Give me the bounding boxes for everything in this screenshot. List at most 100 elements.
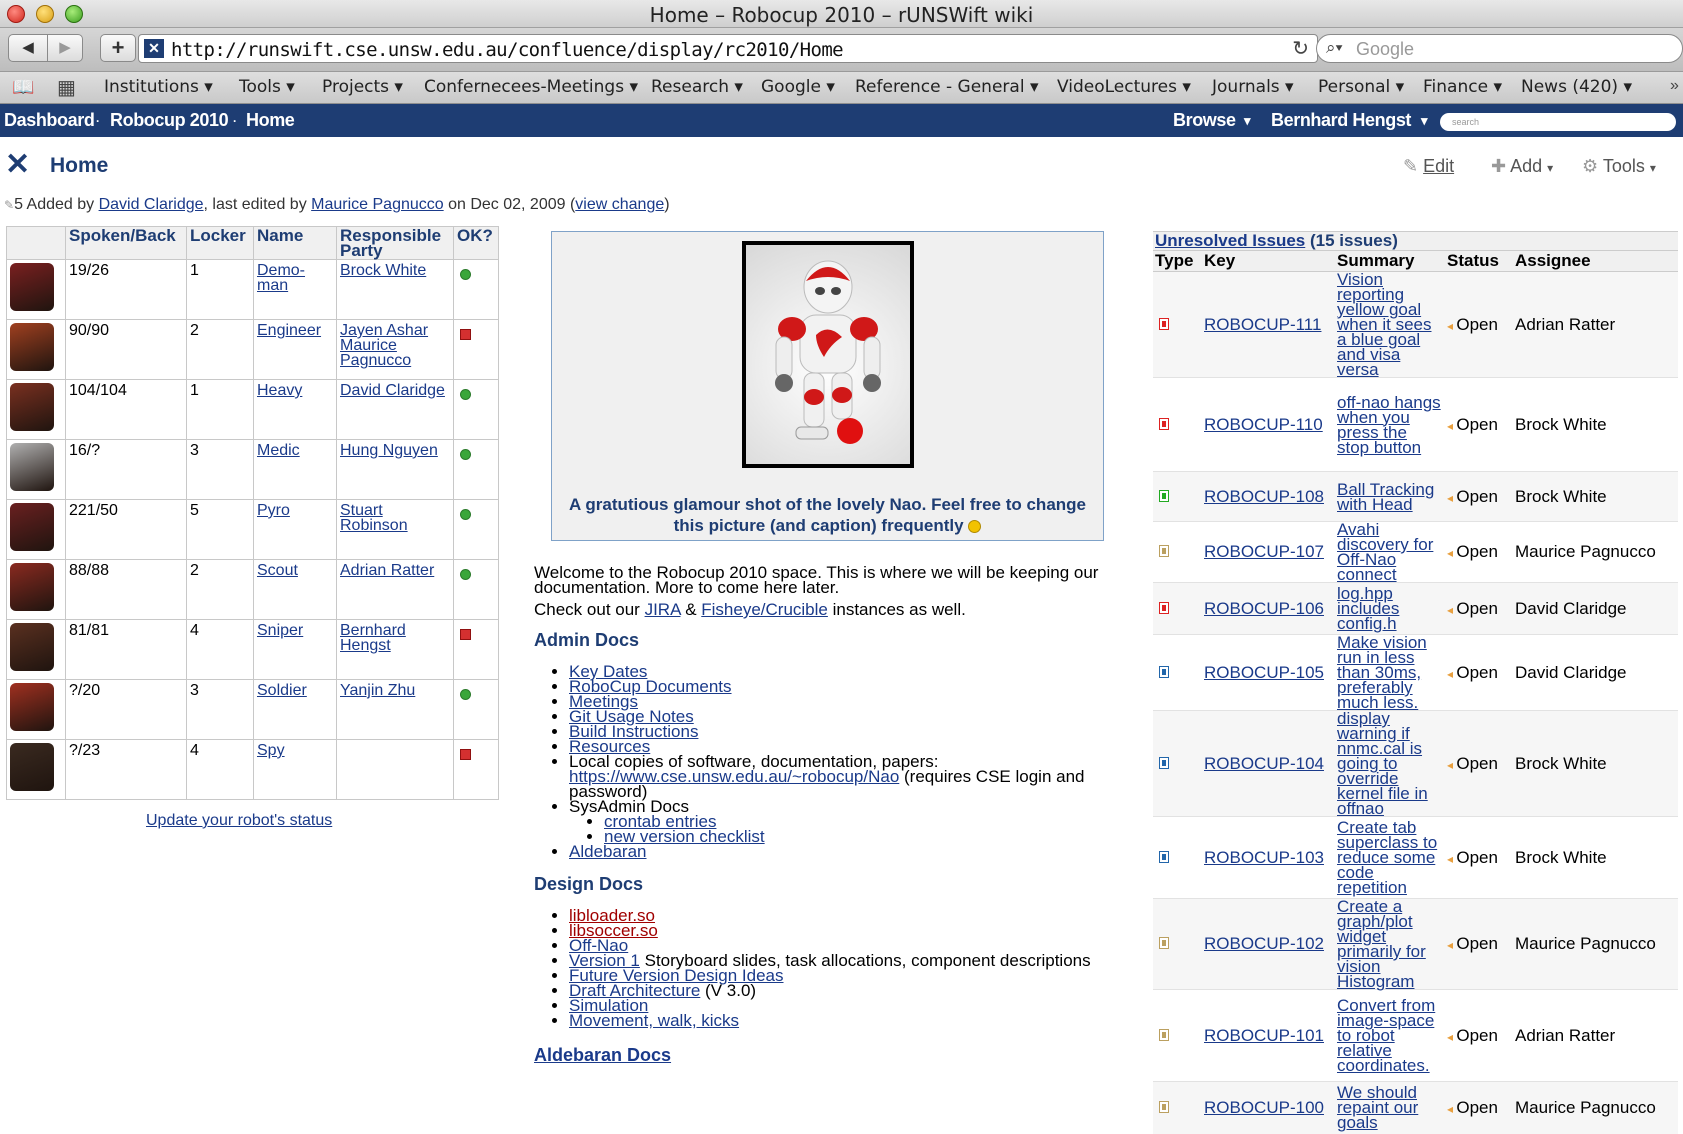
responsible-party-link[interactable]: Bernhard Hengst <box>340 623 450 654</box>
robot-status-table: Spoken/Back Locker Name Responsible Part… <box>6 226 499 800</box>
author-link[interactable]: David Claridge <box>99 196 204 213</box>
issue-key-link[interactable]: ROBOCUP-111 <box>1204 315 1321 334</box>
issue-summary-link[interactable]: We should repaint our goals <box>1337 1084 1443 1131</box>
browse-dropdown-icon[interactable]: ▾ <box>1244 113 1251 129</box>
breadcrumb-space[interactable]: Robocup 2010 <box>110 110 229 131</box>
more-bookmarks-icon[interactable]: » <box>1670 77 1679 95</box>
issue-key-link[interactable]: ROBOCUP-107 <box>1204 542 1324 561</box>
robot-name-link[interactable]: Demo-man <box>257 263 331 294</box>
issue-status: Open <box>1456 486 1498 506</box>
bookmark-folder[interactable]: Personal ▾ <box>1318 77 1404 97</box>
back-button[interactable]: ◀ <box>8 34 48 62</box>
issue-summary-link[interactable]: Create tab superclass to reduce some cod… <box>1337 819 1443 896</box>
responsible-party-link[interactable]: Hung Nguyen <box>340 443 438 459</box>
issue-key-link[interactable]: ROBOCUP-103 <box>1204 848 1324 867</box>
unresolved-issues-link[interactable]: Unresolved Issues <box>1155 231 1305 250</box>
robot-name-link[interactable]: Soldier <box>257 683 307 699</box>
responsible-party-link[interactable]: Yanjin Zhu <box>340 683 415 699</box>
locker-cell: 2 <box>186 319 254 380</box>
robot-name-link[interactable]: Pyro <box>257 503 290 519</box>
issue-status: Open <box>1456 598 1498 618</box>
design-doc-link[interactable]: Movement, walk, kicks <box>569 1011 739 1030</box>
robot-name-link[interactable]: Sniper <box>257 623 303 639</box>
issue-key-link[interactable]: ROBOCUP-100 <box>1204 1098 1324 1117</box>
table-row: ROBOCUP-100 We should repaint our goals ◂ … <box>1153 1081 1678 1134</box>
aldebaran-link[interactable]: Aldebaran <box>569 842 647 861</box>
bookmark-folder[interactable]: Tools ▾ <box>239 77 295 97</box>
issue-type-cell <box>1153 816 1202 899</box>
responsible-party-link[interactable]: Adrian Ratter <box>340 563 434 579</box>
robot-avatar-cell <box>6 499 66 560</box>
bookmark-folder[interactable]: Projects ▾ <box>322 77 403 97</box>
user-menu[interactable]: Bernhard Hengst <box>1271 110 1411 131</box>
jira-link[interactable]: JIRA <box>645 600 681 619</box>
aldebaran-docs-link[interactable]: Aldebaran Docs <box>534 1045 671 1065</box>
bookmark-folder[interactable]: Journals ▾ <box>1212 77 1294 97</box>
issue-assignee-cell: Maurice Pagnucco <box>1513 1081 1678 1134</box>
issue-key-link[interactable]: ROBOCUP-105 <box>1204 663 1324 682</box>
list-item: Build Instructions <box>569 723 1114 740</box>
issue-key-link[interactable]: ROBOCUP-106 <box>1204 599 1324 618</box>
bookmark-folder[interactable]: VideoLectures ▾ <box>1057 77 1191 97</box>
issue-summary-link[interactable]: off-nao hangs when you press the stop bu… <box>1337 394 1443 456</box>
bookmark-folder[interactable]: Google ▾ <box>761 77 835 97</box>
spoken-back-cell: 221/50 <box>65 499 187 560</box>
robot-name-link[interactable]: Scout <box>257 563 298 579</box>
issue-summary-link[interactable]: Make vision run in less than 30ms, prefe… <box>1337 634 1443 711</box>
browse-menu[interactable]: Browse <box>1173 110 1236 131</box>
breadcrumb-page[interactable]: Home <box>246 110 295 131</box>
user-dropdown-icon[interactable]: ▾ <box>1421 113 1428 129</box>
issue-key-link[interactable]: ROBOCUP-108 <box>1204 487 1324 506</box>
issue-status-cell: ◂ Open <box>1445 816 1513 899</box>
bookmark-folder[interactable]: Institutions ▾ <box>104 77 213 97</box>
editor-link[interactable]: Maurice Pagnucco <box>311 196 444 213</box>
tools-menu[interactable]: ⚙ Tools ▾ <box>1582 156 1656 177</box>
update-status-link[interactable]: Update your robot's status <box>146 812 332 830</box>
breadcrumb-dashboard[interactable]: Dashboard <box>4 110 95 131</box>
confluence-search-input[interactable]: search <box>1440 113 1676 131</box>
robot-name-link[interactable]: Engineer <box>257 323 321 339</box>
web-search-field[interactable]: ⌕▾ Google <box>1316 34 1683 63</box>
address-bar[interactable]: ✕ http://runswift.cse.unsw.edu.au/conflu… <box>138 34 1318 63</box>
add-menu[interactable]: ✚ Add ▾ <box>1491 156 1553 177</box>
issue-summary-link[interactable]: Convert from image-space to robot relati… <box>1337 997 1443 1074</box>
search-icon: ⌕▾ <box>1326 38 1343 57</box>
issue-status-cell: ◂ Open <box>1445 271 1513 378</box>
issue-assignee-cell: Maurice Pagnucco <box>1513 898 1678 990</box>
improvement-type-icon <box>1159 756 1169 769</box>
ok-check-icon <box>460 269 471 280</box>
bookmark-folder[interactable]: News (420) ▾ <box>1521 77 1632 97</box>
issue-key-link[interactable]: ROBOCUP-101 <box>1204 1026 1324 1045</box>
issue-key-link[interactable]: ROBOCUP-104 <box>1204 754 1324 773</box>
robot-avatar-cell <box>6 259 66 320</box>
view-change-link[interactable]: view change <box>575 196 664 213</box>
reading-list-icon[interactable]: 📖 <box>12 77 34 98</box>
responsible-party-link[interactable]: Brock White <box>340 263 426 279</box>
bookmark-folder[interactable]: Reference - General ▾ <box>855 77 1038 97</box>
column-header: Responsible Party <box>336 226 454 260</box>
responsible-party-link[interactable]: Stuart Robinson <box>340 503 450 534</box>
bookmark-folder[interactable]: Finance ▾ <box>1423 77 1502 97</box>
issue-summary-link[interactable]: Create a graph/plot widget primarily for… <box>1337 898 1443 990</box>
issue-summary-link[interactable]: log.hpp includes config.h <box>1337 585 1443 632</box>
issue-summary-link[interactable]: Avahi discovery for Off-Nao connect <box>1337 521 1443 583</box>
robot-name-link[interactable]: Medic <box>257 443 300 459</box>
forward-button[interactable]: ▶ <box>47 34 83 62</box>
fisheye-link[interactable]: Fisheye/Crucible <box>701 600 828 619</box>
bookmark-folder[interactable]: Confernecees-Meetings ▾ <box>424 77 638 97</box>
add-bookmark-button[interactable]: + <box>100 34 136 62</box>
spoken-back-cell: ?/20 <box>65 679 187 740</box>
issue-summary-link[interactable]: Ball Tracking with Head <box>1337 481 1443 513</box>
issue-summary-link[interactable]: display warning if nnmc.cal is going to … <box>1337 710 1443 817</box>
top-sites-grid-icon[interactable]: ▦ <box>57 75 76 100</box>
issue-summary-link[interactable]: Vision reporting yellow goal when it see… <box>1337 271 1443 378</box>
robot-name-link[interactable]: Heavy <box>257 383 302 399</box>
issue-key-link[interactable]: ROBOCUP-110 <box>1204 415 1323 434</box>
reload-icon[interactable]: ↻ <box>1292 36 1309 61</box>
responsible-party-link[interactable]: David Claridge <box>340 383 445 399</box>
robot-name-link[interactable]: Spy <box>257 743 285 759</box>
responsible-party-link[interactable]: Jayen Ashar Maurice Pagnucco <box>340 323 450 369</box>
bookmark-folder[interactable]: Research ▾ <box>651 77 743 97</box>
issue-key-link[interactable]: ROBOCUP-102 <box>1204 934 1324 953</box>
edit-button[interactable]: ✎ Edit <box>1403 156 1454 177</box>
